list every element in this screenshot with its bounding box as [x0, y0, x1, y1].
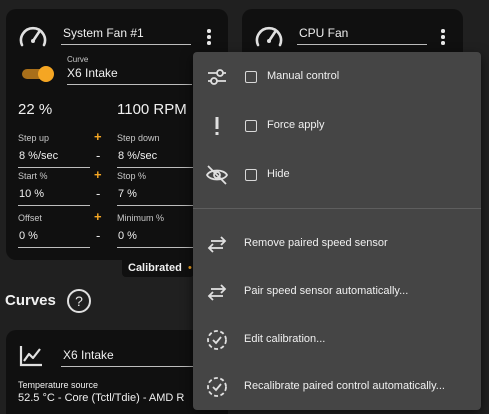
menu-item-force-apply[interactable]: Force apply: [193, 104, 481, 148]
start-decrement-button[interactable]: -: [96, 186, 100, 201]
stop-field[interactable]: 7 %: [118, 188, 137, 200]
menu-item-edit-calibration[interactable]: Edit calibration...: [193, 318, 481, 362]
curve-label: Curve: [67, 55, 89, 64]
start-increment-button[interactable]: +: [94, 167, 102, 182]
temperature-source-label: Temperature source: [18, 380, 99, 390]
step-down-label: Step down: [117, 133, 160, 143]
help-icon[interactable]: ?: [67, 289, 91, 313]
line-chart-icon: [19, 346, 42, 367]
fan-name-underline: [61, 44, 191, 45]
offset-underline: [18, 247, 90, 248]
start-label: Start %: [18, 171, 48, 181]
curve-select-underline: [67, 84, 192, 85]
fan-name[interactable]: System Fan #1: [63, 26, 144, 40]
help-glyph: ?: [75, 293, 83, 309]
step-up-increment-button[interactable]: +: [94, 129, 102, 144]
start-underline: [18, 205, 90, 206]
menu-item-manual-control[interactable]: Manual control: [193, 55, 481, 99]
more-options-icon[interactable]: [441, 29, 445, 47]
menu-item-label: Hide: [267, 168, 290, 180]
menu-item-label: Edit calibration...: [244, 333, 326, 345]
swap-arrows-icon: [207, 236, 227, 253]
stop-label: Stop %: [117, 171, 147, 181]
fan-name[interactable]: CPU Fan: [299, 26, 348, 40]
menu-item-label: Manual control: [267, 70, 340, 82]
menu-item-pair-speed-sensor-automatically[interactable]: Pair speed sensor automatically...: [193, 270, 481, 314]
dashed-check-circle-icon: [207, 330, 227, 350]
speedometer-icon: [255, 26, 283, 47]
menu-item-remove-paired-speed-sensor[interactable]: Remove paired speed sensor: [193, 222, 481, 266]
fan-name-underline: [297, 44, 427, 45]
eye-off-icon: [205, 165, 229, 185]
step-up-field[interactable]: 8 %/sec: [19, 150, 58, 162]
menu-item-label: Pair speed sensor automatically...: [244, 285, 409, 297]
menu-item-label: Remove paired speed sensor: [244, 237, 388, 249]
force-apply-checkbox[interactable]: [245, 120, 257, 132]
offset-increment-button[interactable]: +: [94, 209, 102, 224]
menu-item-recalibrate-paired-control[interactable]: Recalibrate paired control automatically…: [193, 365, 481, 409]
fan-percent: 22 %: [18, 101, 53, 118]
menu-item-label: Recalibrate paired control automatically…: [244, 380, 445, 392]
minimum-label: Minimum %: [117, 213, 165, 223]
step-up-label: Step up: [18, 133, 50, 143]
step-up-decrement-button[interactable]: -: [96, 148, 100, 163]
menu-item-label: Force apply: [267, 119, 325, 131]
menu-item-hide[interactable]: Hide: [193, 153, 481, 197]
step-down-underline: [117, 167, 197, 168]
offset-field[interactable]: 0 %: [19, 230, 38, 242]
calibrated-badge: Calibrated •: [122, 259, 194, 277]
fan-rpm: 1100 RPM: [117, 101, 187, 118]
stop-underline: [117, 205, 197, 206]
start-field[interactable]: 10 %: [19, 188, 44, 200]
step-down-field[interactable]: 8 %/sec: [118, 150, 157, 162]
sliders-icon: [208, 69, 226, 85]
fan-context-menu: Manual control Force apply Hide Remove p…: [193, 52, 481, 410]
curve-name[interactable]: X6 Intake: [63, 348, 114, 362]
menu-divider: [193, 208, 481, 209]
dashed-check-circle-icon: [207, 377, 227, 397]
minimum-underline: [117, 247, 197, 248]
swap-arrows-icon: [207, 284, 227, 301]
more-options-icon[interactable]: [207, 29, 211, 47]
speedometer-icon: [19, 26, 47, 47]
exclamation-icon: [215, 117, 219, 135]
hide-checkbox[interactable]: [245, 169, 257, 181]
curve-enable-toggle[interactable]: [22, 66, 54, 82]
step-up-underline: [18, 167, 90, 168]
curve-select-value[interactable]: X6 Intake: [67, 66, 118, 80]
calibrated-text: Calibrated: [128, 262, 182, 274]
minimum-field[interactable]: 0 %: [118, 230, 137, 242]
temperature-source-select[interactable]: 52.5 °C - Core (Tctl/Tdie) - AMD R: [18, 392, 184, 404]
offset-label: Offset: [18, 213, 42, 223]
offset-decrement-button[interactable]: -: [96, 228, 100, 243]
curves-heading: Curves: [5, 292, 56, 309]
manual-control-checkbox[interactable]: [245, 71, 257, 83]
calibrated-indicator: •: [188, 262, 192, 274]
